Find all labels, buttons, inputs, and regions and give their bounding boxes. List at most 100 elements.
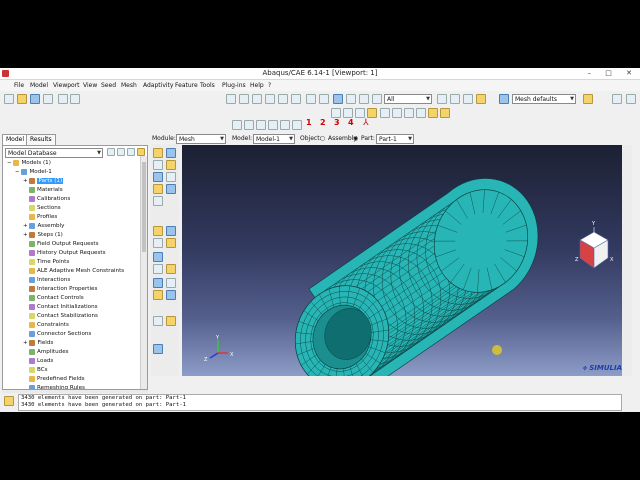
view-4-button[interactable]: 4 — [348, 118, 354, 127]
seed-part-icon[interactable] — [153, 148, 163, 158]
tree-filter-icon[interactable] — [107, 148, 115, 156]
edit-mesh-icon[interactable] — [153, 226, 163, 236]
module-combo[interactable]: Mesh ▼ — [176, 134, 226, 144]
tree-item[interactable]: Interaction Properties — [23, 285, 97, 294]
tree-item[interactable]: BCs — [23, 366, 48, 375]
pan-icon[interactable] — [226, 94, 236, 104]
front-view-icon[interactable] — [346, 94, 356, 104]
replace-icon[interactable] — [463, 94, 473, 104]
hide-icon[interactable] — [331, 108, 341, 118]
surface-icon[interactable] — [153, 344, 163, 354]
layer-icon[interactable] — [428, 108, 438, 118]
maximize-button[interactable]: □ — [605, 69, 618, 77]
remove-icon[interactable] — [355, 108, 365, 118]
partition-icon[interactable] — [166, 184, 176, 194]
menu-file[interactable]: File — [14, 80, 24, 91]
show-icon[interactable] — [343, 108, 353, 118]
view-right-icon[interactable] — [268, 120, 278, 130]
selection-filter-combo[interactable]: All ▼ — [384, 94, 432, 104]
part-combo[interactable]: Part-1 ▼ — [376, 134, 414, 144]
move-icon[interactable] — [153, 278, 163, 288]
menu-seed[interactable]: Seed — [101, 80, 116, 91]
info-icon[interactable] — [499, 94, 509, 104]
tab-model[interactable]: Model — [2, 134, 29, 145]
tools-icon[interactable] — [367, 108, 377, 118]
mesh-part-icon[interactable] — [153, 172, 163, 182]
viewport[interactable]: Y Z X Y X Z ⟡ SIMULIA — [182, 145, 622, 376]
color-map-icon[interactable] — [583, 94, 593, 104]
auto-fit-icon[interactable] — [278, 94, 288, 104]
tree-item[interactable]: Loads — [23, 357, 53, 366]
create-node-icon[interactable] — [166, 226, 176, 236]
assembly-radio-icon[interactable]: ○ — [320, 133, 325, 144]
menu-context-help[interactable]: ? — [268, 80, 271, 91]
delete-mesh-icon[interactable] — [153, 252, 163, 262]
datum-icon[interactable] — [153, 290, 163, 300]
menu-mesh[interactable]: Mesh — [121, 80, 137, 91]
cycle-views-icon[interactable] — [291, 94, 301, 104]
scroll-thumb[interactable] — [142, 162, 146, 252]
tree-item[interactable]: Constraints — [23, 321, 69, 330]
menu-adaptivity[interactable]: Adaptivity — [143, 80, 173, 91]
list-icon[interactable] — [404, 108, 414, 118]
view-cube-icon[interactable]: Y Z X — [575, 221, 614, 269]
messages-icon[interactable] — [4, 396, 14, 406]
tree-item[interactable]: History Output Requests — [23, 249, 106, 258]
tree-collapse-icon[interactable] — [127, 148, 135, 156]
mesh-region-icon[interactable] — [166, 172, 176, 182]
tab-results[interactable]: Results — [26, 134, 56, 145]
tree-item[interactable]: Sections — [23, 204, 61, 213]
offset-mesh-icon[interactable] — [153, 238, 163, 248]
menu-tools[interactable]: Tools — [200, 80, 215, 91]
display-group-icon[interactable] — [450, 94, 460, 104]
tree-item[interactable]: − Model-1 — [15, 168, 52, 177]
tree-item[interactable]: + Parts (1) — [23, 177, 64, 186]
undo-icon[interactable] — [380, 108, 390, 118]
attributes-icon[interactable] — [612, 94, 622, 104]
tree-scrollbar[interactable] — [140, 156, 147, 389]
feature-manager-icon[interactable] — [166, 264, 176, 274]
tree-item[interactable]: Contact Stabilizations — [23, 312, 98, 321]
tree-item[interactable]: Materials — [23, 186, 63, 195]
view-3-button[interactable]: 3 — [334, 118, 340, 127]
model-database-combo[interactable]: Model Database ▼ — [5, 148, 103, 158]
mesh-display-combo[interactable]: Mesh defaults ▼ — [512, 94, 576, 104]
view-bottom-icon[interactable] — [292, 120, 302, 130]
menu-help[interactable]: Help — [250, 80, 264, 91]
tree-item[interactable]: Contact Controls — [23, 294, 84, 303]
menu-view[interactable]: View — [83, 80, 97, 91]
mesh-controls-icon[interactable] — [153, 160, 163, 170]
menu-model[interactable]: Model — [30, 80, 48, 91]
render-icon[interactable] — [58, 94, 68, 104]
tree-item[interactable]: Calibrations — [23, 195, 70, 204]
tree-item[interactable]: Field Output Requests — [23, 240, 99, 249]
view-front-icon[interactable] — [232, 120, 242, 130]
new-file-icon[interactable] — [4, 94, 14, 104]
tree-bulb-icon[interactable] — [137, 148, 145, 156]
assign-stack-icon[interactable] — [166, 238, 176, 248]
group-icon[interactable] — [416, 108, 426, 118]
tree-item[interactable]: − Models (1) — [7, 159, 51, 168]
tree-item[interactable]: + Fields — [23, 339, 53, 348]
element-type-icon[interactable] — [166, 160, 176, 170]
minimize-button[interactable]: – — [588, 69, 598, 77]
select-arrow-icon[interactable] — [372, 94, 382, 104]
query-icon[interactable] — [153, 264, 163, 274]
tree-item[interactable]: Amplitudes — [23, 348, 69, 357]
set-icon[interactable] — [166, 316, 176, 326]
tree-item[interactable]: + Assembly — [23, 222, 64, 231]
tree-item[interactable]: Interactions — [23, 276, 70, 285]
transform-icon[interactable] — [166, 278, 176, 288]
tree-expand-icon[interactable] — [117, 148, 125, 156]
tree-item[interactable]: + Steps (1) — [23, 231, 63, 240]
view-1-button[interactable]: 1 — [306, 118, 312, 127]
print-icon[interactable] — [43, 94, 53, 104]
redo-icon[interactable] — [392, 108, 402, 118]
render-model-icon[interactable] — [306, 94, 316, 104]
model-combo[interactable]: Model-1 ▼ — [253, 134, 295, 144]
magnify-icon[interactable] — [252, 94, 262, 104]
color-code-icon[interactable] — [476, 94, 486, 104]
menu-feature[interactable]: Feature — [175, 80, 198, 91]
view-top-icon[interactable] — [280, 120, 290, 130]
virtual-topology-icon[interactable] — [153, 196, 163, 206]
